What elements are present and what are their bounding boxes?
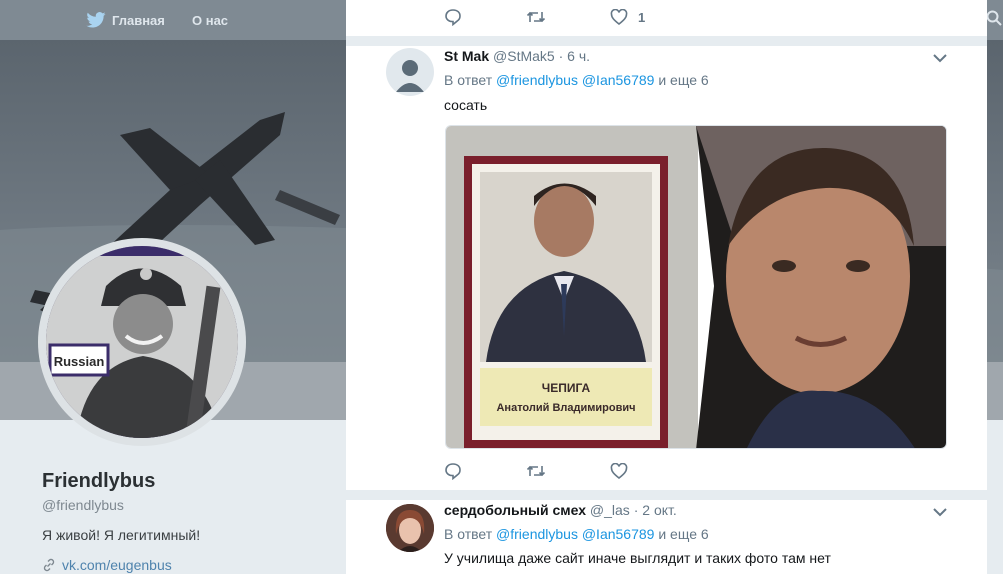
mention-link[interactable]: @Ian56789 [582,72,655,88]
tweet-conversation-panel: 1 St Mak @StMak5 · 6 ч. В ответ @friendl… [346,0,987,574]
tweet-text: сосать [444,97,488,113]
like-button[interactable]: 1 [610,9,645,25]
avatar-caption: Russian [54,354,105,369]
nav-about-label: О нас [192,12,229,28]
retweet-icon [526,465,546,477]
profile-link-text: vk.com/eugenbus [62,557,172,573]
profile-name[interactable]: Friendlybus [42,470,332,493]
tweet-author-name[interactable]: St Mak [444,48,489,64]
tweet-actions [444,462,692,480]
default-avatar[interactable] [386,48,434,96]
like-count: 1 [638,9,646,25]
nav-about-link[interactable]: О нас [192,0,228,40]
profile-handle: @friendlybus [42,497,124,513]
tweet-header: сердобольный смех @_las · 2 окт. [444,502,677,518]
reply-more[interactable]: и еще 6 [658,72,708,88]
profile-avatar[interactable]: Russian [38,238,246,446]
reply-button[interactable] [444,8,472,26]
profile-bio: Я живой! Я легитимный! [42,527,201,543]
tweet-author-handle[interactable]: @StMak5 [493,48,555,64]
reply-context: В ответ @friendlybus @Ian56789 и еще 6 [444,526,709,542]
reply-context: В ответ @friendlybus @Ian56789 и еще 6 [444,72,709,88]
search-icon[interactable] [986,10,1002,31]
retweet-button[interactable] [526,9,556,25]
placard-surname: ЧЕПИГА [542,381,591,395]
like-button[interactable] [610,463,638,479]
tweet-photo[interactable]: ЧЕПИГА Анатолий Владимирович [445,125,947,449]
tweet-divider [346,36,987,46]
reply-prefix: В ответ [444,72,493,88]
heart-icon [610,9,628,25]
nav-home-link[interactable]: Главная [86,0,165,40]
tweet-text: У училища даже сайт иначе выглядит и так… [444,550,831,566]
previous-tweet-actions: 1 [444,8,699,26]
nav-home-label: Главная [112,12,165,28]
tweet-divider [346,490,987,500]
tweet-author-handle[interactable]: @_las [590,502,630,518]
reply-prefix: В ответ [444,526,493,542]
retweet-icon [526,11,546,23]
soldier-portrait-image: Russian [46,246,238,438]
tweet-timestamp[interactable]: 6 ч. [567,48,590,64]
mention-link[interactable]: @Ian56789 [582,526,655,542]
reply-more[interactable]: и еще 6 [658,526,708,542]
retweet-button[interactable] [526,463,556,479]
chevron-down-icon[interactable] [932,504,948,522]
user-avatar[interactable] [386,504,434,552]
twitter-bird-icon [86,12,106,28]
reply-icon [445,463,461,480]
placard-fullname: Анатолий Владимирович [496,402,635,414]
reply-icon [445,9,461,26]
tweet-timestamp[interactable]: 2 окт. [642,502,677,518]
heart-icon [610,463,628,479]
profile-link[interactable]: vk.com/eugenbus [42,557,332,573]
tweet-author-name[interactable]: сердобольный смех [444,502,586,518]
reply-button[interactable] [444,462,472,480]
profile-info: Friendlybus @friendlybus Я живой! Я леги… [42,470,332,573]
mention-link[interactable]: @friendlybus [496,526,578,542]
tweet-header: St Mak @StMak5 · 6 ч. [444,48,591,64]
chevron-down-icon[interactable] [932,50,948,68]
mention-link[interactable]: @friendlybus [496,72,578,88]
link-icon [43,558,55,572]
